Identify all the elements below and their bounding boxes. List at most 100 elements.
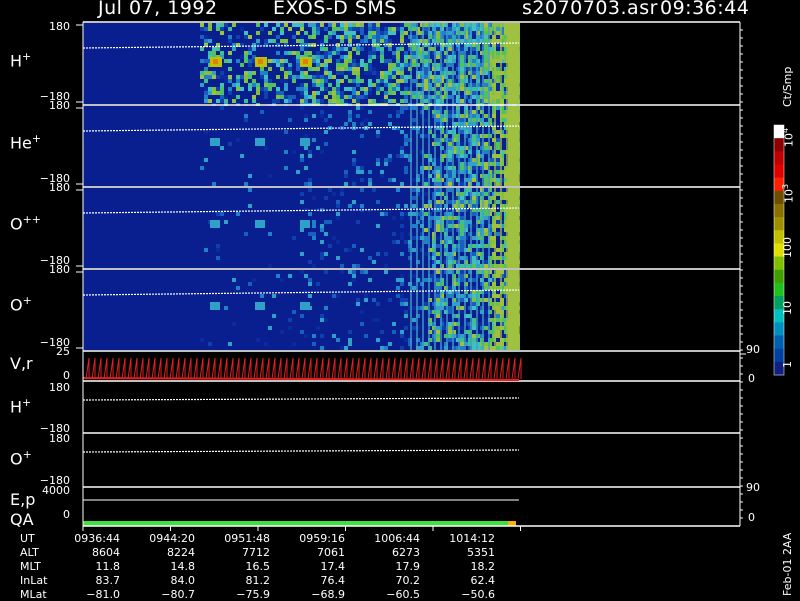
spectrogram-cell xyxy=(484,286,488,290)
orbit-cell: 0944:20 xyxy=(149,532,195,545)
spectrogram-cell xyxy=(244,232,248,236)
spectrogram-cell xyxy=(384,59,388,63)
spectrogram-cell xyxy=(360,122,364,126)
spectrogram-cell xyxy=(484,39,488,43)
spectrogram-stripe xyxy=(488,270,490,350)
spectrogram-cell xyxy=(300,270,304,274)
spectrogram-cell xyxy=(436,142,440,146)
spectrogram-cell xyxy=(392,232,396,236)
spectrogram-cell xyxy=(372,83,376,87)
spectrogram-cell xyxy=(304,95,308,99)
spectrogram-cell xyxy=(484,346,488,350)
spectrogram-cell xyxy=(396,51,400,55)
spectrogram-cell xyxy=(460,282,464,286)
spectrogram-cell xyxy=(400,23,404,27)
spectrogram-cell xyxy=(364,91,368,95)
spectrogram-cell xyxy=(448,63,452,67)
spectrogram-cell xyxy=(200,338,204,342)
spectrogram-cell xyxy=(284,87,288,91)
spectrogram-cell xyxy=(412,91,416,95)
spectrogram-cell xyxy=(228,63,232,67)
spectrogram-cell xyxy=(344,35,348,39)
spectrogram-stripe xyxy=(476,270,478,350)
spectrogram-cell xyxy=(244,182,248,186)
velocity-sawtooth xyxy=(331,357,336,380)
spectrogram-cell xyxy=(472,47,476,51)
spectrogram-cell xyxy=(448,252,452,256)
spectrogram-cell xyxy=(228,79,232,83)
spectrogram-cell xyxy=(400,282,404,286)
spectrogram-cell xyxy=(388,342,392,346)
spectrogram-cell xyxy=(484,31,488,35)
spectrogram-cell xyxy=(276,274,280,278)
spectrogram-cell xyxy=(372,188,376,192)
spectrogram-cell xyxy=(448,95,452,99)
spectrogram-cell xyxy=(328,264,332,268)
spectrogram-cell xyxy=(496,162,500,166)
spectrogram-cell xyxy=(424,71,428,75)
spectrogram-cell xyxy=(392,63,396,67)
spectrogram-cell xyxy=(316,31,320,35)
spectrogram-cell xyxy=(396,71,400,75)
spectrogram-cell xyxy=(248,67,252,71)
spectrogram-cell xyxy=(448,91,452,95)
spectrogram-cell xyxy=(300,240,304,244)
velocity-sawtooth xyxy=(151,357,156,380)
spectrogram-cell xyxy=(288,95,292,99)
spectrogram-cell xyxy=(436,252,440,256)
spectrogram-cell xyxy=(244,59,248,63)
colorbar-segment xyxy=(774,282,784,297)
spectrogram-cell xyxy=(228,67,232,71)
spectrogram-cell xyxy=(472,326,476,330)
spectrogram-cell xyxy=(448,200,452,204)
spectrogram-cell xyxy=(264,87,268,91)
spectrogram-cell xyxy=(484,326,488,330)
spectrogram-cell xyxy=(496,23,500,27)
spectrogram-cell xyxy=(304,114,308,118)
spectrogram-cell xyxy=(232,47,236,51)
spectrogram-cell xyxy=(496,200,500,204)
spectrogram-cell xyxy=(424,204,428,208)
spectrogram-cell xyxy=(424,23,428,27)
spectrogram-cell xyxy=(472,83,476,87)
spectrogram-cell xyxy=(332,31,336,35)
spectrogram-cell xyxy=(496,87,500,91)
spectrogram-cell xyxy=(388,87,392,91)
spectrogram-cell xyxy=(220,71,224,75)
spectrogram-cell xyxy=(352,99,356,103)
spectrogram-cell xyxy=(404,91,408,95)
spectrogram-cell xyxy=(472,142,476,146)
spectrogram-cell xyxy=(372,318,376,322)
spectrogram-cell xyxy=(352,270,356,274)
spectrogram-stripe xyxy=(464,23,466,104)
velocity-sawtooth xyxy=(499,357,504,380)
spectrogram-cell xyxy=(292,236,296,240)
spectrogram-cell xyxy=(400,31,404,35)
spectrogram-cell xyxy=(392,55,396,59)
spectrogram-cell xyxy=(248,87,252,91)
spectrogram-cell xyxy=(484,35,488,39)
spectrogram-cell xyxy=(324,220,328,224)
spectrogram-cell xyxy=(360,248,364,252)
spectrogram-cell xyxy=(496,260,500,264)
spectrogram-stripe xyxy=(458,270,460,350)
spectrogram-cell xyxy=(448,224,452,228)
spectrogram-cell xyxy=(384,75,388,79)
spectrogram-cell xyxy=(412,192,416,196)
velocity-sawtooth xyxy=(325,357,330,380)
spectrogram-stripe xyxy=(464,270,466,350)
spectrogram-cell xyxy=(348,59,352,63)
spectrogram-cell xyxy=(344,23,348,27)
orbit-cell: −60.5 xyxy=(386,588,420,601)
spectrogram-cell xyxy=(436,244,440,248)
flux-blob xyxy=(210,302,220,310)
spectrogram-cell xyxy=(484,122,488,126)
orbit-cell: 14.8 xyxy=(170,560,196,573)
spectrogram-cell xyxy=(460,142,464,146)
spectrogram-cell xyxy=(248,75,252,79)
spectrogram-cell xyxy=(284,95,288,99)
spectrogram-cell xyxy=(304,39,308,43)
spectrogram-cell xyxy=(460,79,464,83)
flux-blob-core xyxy=(213,59,218,64)
spectrogram-cell xyxy=(280,63,284,67)
